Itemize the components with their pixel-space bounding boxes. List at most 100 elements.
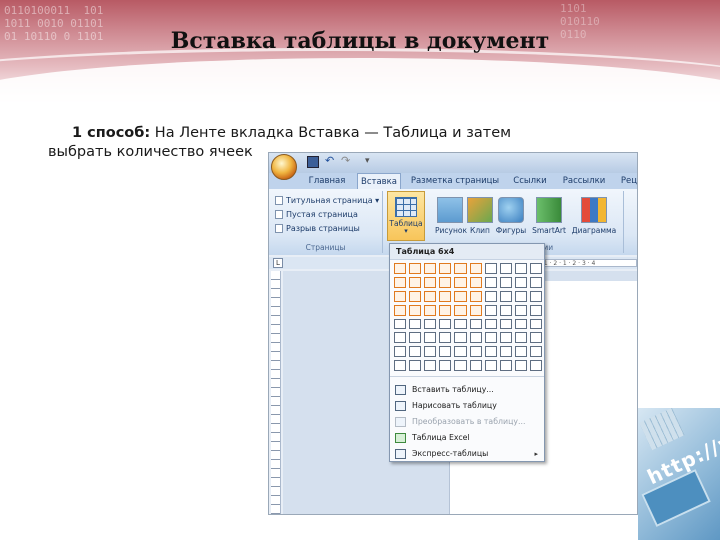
table-grid-cell[interactable] bbox=[484, 263, 497, 274]
table-grid-cell[interactable] bbox=[499, 318, 512, 330]
table-grid-cell[interactable] bbox=[514, 360, 527, 371]
table-grid-cell[interactable] bbox=[454, 290, 467, 302]
table-grid-cell[interactable] bbox=[484, 290, 497, 302]
table-grid-cell[interactable] bbox=[409, 360, 422, 371]
table-grid-cell[interactable] bbox=[484, 332, 497, 344]
table-grid-cell[interactable] bbox=[409, 318, 422, 330]
table-grid-cell[interactable] bbox=[409, 276, 422, 288]
table-grid-cell[interactable] bbox=[499, 360, 512, 371]
menu-item-quick-tables[interactable]: Экспресс-таблицы ▸ bbox=[390, 446, 544, 462]
table-grid-cell[interactable] bbox=[529, 346, 542, 358]
table-grid-cell[interactable] bbox=[484, 318, 497, 330]
table-grid-cell[interactable] bbox=[499, 276, 512, 288]
table-grid-cell[interactable] bbox=[469, 290, 482, 302]
undo-icon[interactable]: ↶ bbox=[325, 154, 334, 167]
table-grid-cell[interactable] bbox=[454, 276, 467, 288]
table-grid-cell[interactable] bbox=[499, 263, 512, 274]
table-grid-cell[interactable] bbox=[514, 290, 527, 302]
table-grid-cell[interactable] bbox=[454, 318, 467, 330]
tab-page-layout[interactable]: Разметка страницы bbox=[407, 173, 503, 189]
table-grid-cell[interactable] bbox=[484, 346, 497, 358]
table-grid-cell[interactable] bbox=[529, 304, 542, 316]
table-grid-cell[interactable] bbox=[499, 332, 512, 344]
table-grid-cell[interactable] bbox=[409, 304, 422, 316]
table-grid-cell[interactable] bbox=[409, 263, 422, 274]
table-grid-cell[interactable] bbox=[409, 290, 422, 302]
table-grid-cell[interactable] bbox=[529, 360, 542, 371]
table-grid-cell[interactable] bbox=[454, 263, 467, 274]
table-grid-cell[interactable] bbox=[439, 290, 452, 302]
table-grid-cell[interactable] bbox=[469, 360, 482, 371]
tab-home[interactable]: Главная bbox=[303, 173, 351, 189]
cover-page-button[interactable]: Титульная страница ▾ bbox=[275, 195, 379, 207]
table-grid-cell[interactable] bbox=[484, 304, 497, 316]
table-grid-cell[interactable] bbox=[394, 290, 407, 302]
table-grid-cell[interactable] bbox=[529, 263, 542, 274]
tab-review[interactable]: Рец bbox=[619, 173, 637, 189]
table-grid-cell[interactable] bbox=[394, 263, 407, 274]
table-grid-cell[interactable] bbox=[514, 304, 527, 316]
table-grid-cell[interactable] bbox=[469, 318, 482, 330]
table-grid-cell[interactable] bbox=[469, 263, 482, 274]
tab-mailings[interactable]: Рассылки bbox=[559, 173, 609, 189]
table-grid-cell[interactable] bbox=[484, 360, 497, 371]
table-grid-cell[interactable] bbox=[394, 304, 407, 316]
table-grid-cell[interactable] bbox=[454, 346, 467, 358]
shapes-button[interactable]: Фигуры bbox=[495, 197, 527, 235]
menu-item-draw-table[interactable]: Нарисовать таблицу bbox=[390, 398, 544, 414]
table-size-grid[interactable] bbox=[394, 263, 542, 371]
horizontal-ruler[interactable]: · 1 · 2 · 1 · 2 · 3 · 4 bbox=[539, 259, 637, 267]
table-grid-cell[interactable] bbox=[394, 318, 407, 330]
table-grid-cell[interactable] bbox=[439, 346, 452, 358]
table-grid-cell[interactable] bbox=[514, 276, 527, 288]
table-grid-cell[interactable] bbox=[514, 332, 527, 344]
table-grid-cell[interactable] bbox=[469, 332, 482, 344]
table-grid-cell[interactable] bbox=[439, 263, 452, 274]
picture-button[interactable]: Рисунок bbox=[435, 197, 467, 235]
table-grid-cell[interactable] bbox=[469, 304, 482, 316]
table-grid-cell[interactable] bbox=[529, 290, 542, 302]
table-grid-cell[interactable] bbox=[469, 276, 482, 288]
table-grid-cell[interactable] bbox=[499, 346, 512, 358]
table-grid-cell[interactable] bbox=[409, 332, 422, 344]
vertical-ruler[interactable] bbox=[271, 271, 281, 514]
clipart-button[interactable]: Клип bbox=[467, 197, 493, 235]
table-grid-cell[interactable] bbox=[484, 276, 497, 288]
table-grid-cell[interactable] bbox=[454, 332, 467, 344]
table-grid-cell[interactable] bbox=[424, 276, 437, 288]
table-grid-cell[interactable] bbox=[424, 346, 437, 358]
table-grid-cell[interactable] bbox=[514, 346, 527, 358]
redo-icon[interactable]: ↷ bbox=[341, 154, 350, 167]
table-grid-cell[interactable] bbox=[499, 290, 512, 302]
table-grid-cell[interactable] bbox=[394, 332, 407, 344]
customize-toolbar-icon[interactable]: ▾ bbox=[365, 156, 370, 168]
table-grid-cell[interactable] bbox=[424, 318, 437, 330]
table-grid-cell[interactable] bbox=[439, 276, 452, 288]
table-grid-cell[interactable] bbox=[424, 332, 437, 344]
save-icon[interactable] bbox=[307, 156, 319, 168]
table-grid-cell[interactable] bbox=[439, 318, 452, 330]
table-grid-cell[interactable] bbox=[514, 263, 527, 274]
table-grid-cell[interactable] bbox=[469, 346, 482, 358]
tab-insert[interactable]: Вставка bbox=[357, 173, 401, 189]
table-grid-cell[interactable] bbox=[454, 304, 467, 316]
menu-item-insert-table[interactable]: Вставить таблицу... bbox=[390, 382, 544, 398]
menu-item-excel-table[interactable]: Таблица Excel bbox=[390, 430, 544, 446]
table-grid-cell[interactable] bbox=[424, 360, 437, 371]
table-grid-cell[interactable] bbox=[529, 318, 542, 330]
office-button-icon[interactable] bbox=[271, 154, 297, 180]
table-grid-cell[interactable] bbox=[529, 276, 542, 288]
tab-selector-button[interactable]: L bbox=[273, 258, 283, 268]
table-grid-cell[interactable] bbox=[454, 360, 467, 371]
table-grid-cell[interactable] bbox=[394, 346, 407, 358]
table-grid-cell[interactable] bbox=[514, 318, 527, 330]
page-break-button[interactable]: Разрыв страницы bbox=[275, 223, 360, 235]
table-grid-cell[interactable] bbox=[424, 304, 437, 316]
table-grid-cell[interactable] bbox=[409, 346, 422, 358]
blank-page-button[interactable]: Пустая страница bbox=[275, 209, 358, 221]
tab-references[interactable]: Ссылки bbox=[507, 173, 553, 189]
table-grid-cell[interactable] bbox=[439, 360, 452, 371]
table-grid-cell[interactable] bbox=[439, 304, 452, 316]
table-grid-cell[interactable] bbox=[424, 263, 437, 274]
table-grid-cell[interactable] bbox=[394, 360, 407, 371]
